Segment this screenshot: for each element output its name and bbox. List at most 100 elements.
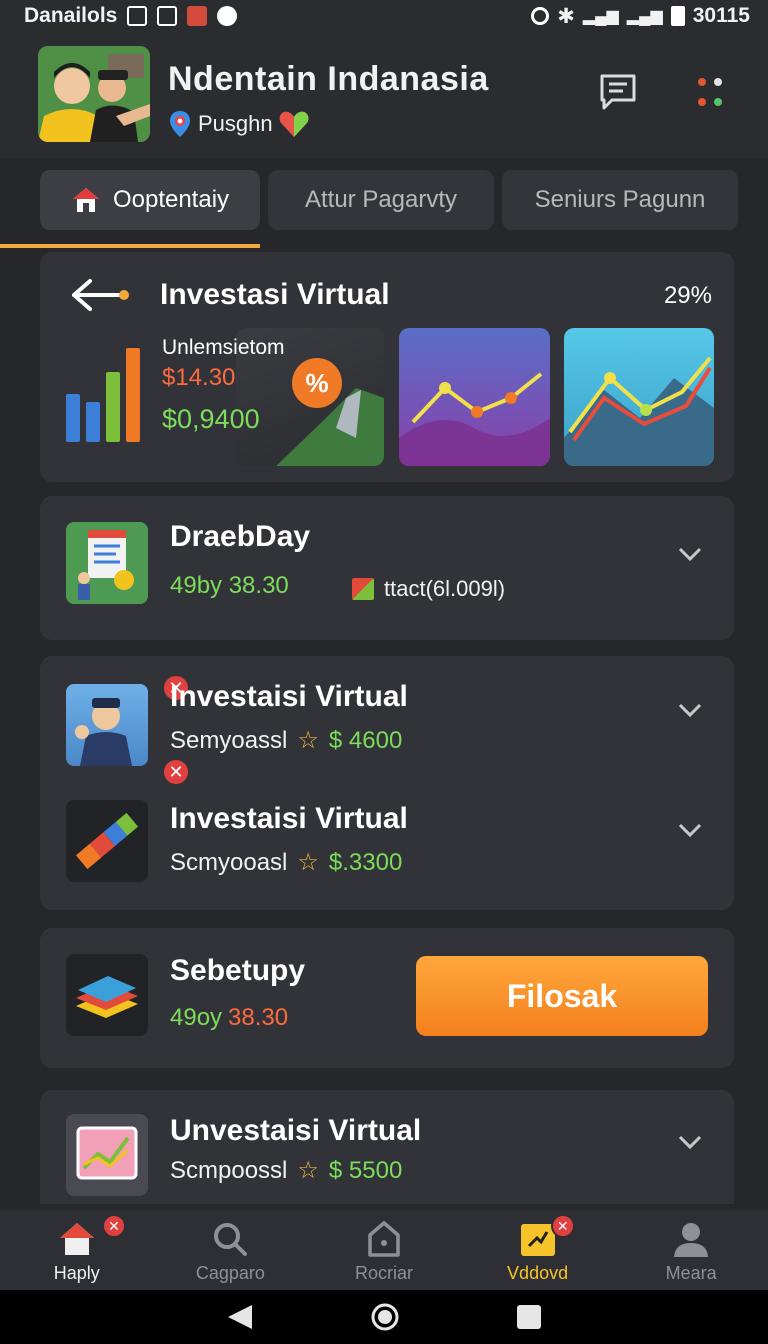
item-subtitle: Scmpoossl (170, 1156, 288, 1184)
avatar[interactable] (38, 46, 150, 142)
card-title: Investasi Virtual (160, 278, 390, 311)
arrow-left-icon (72, 279, 129, 311)
item-price: $.3300 (328, 848, 403, 876)
location-status-icon (531, 7, 550, 25)
item-title: Investaisi Virtual (170, 680, 408, 713)
list-item[interactable]: ✕ Investaisi Virtual Semyoassl ☆ $ 4600 (40, 656, 734, 776)
signal-icon-2: ▂▄▆ (626, 8, 663, 25)
chat-button[interactable] (598, 72, 638, 112)
item-subrow: Semyoassl ☆ $ 4600 (170, 726, 402, 755)
nav-label: Haply (53, 1263, 100, 1283)
status-text: Danailols (24, 4, 118, 27)
status-bar: Danailols ✱ ▂▄▆ ▂▄▆ 30115 (0, 0, 768, 32)
app-header: Ndentain Indanasia Pusghn (0, 32, 768, 158)
bottom-navigation: ✕ Haply Cagparo Rocriar ✕ Vddovd Meara (0, 1210, 768, 1290)
item-price: $ 4600 (328, 726, 403, 754)
tab-label: Ooptentaiy (112, 186, 230, 213)
star-icon: ☆ (297, 1157, 319, 1184)
summary-value-green: $0,9400 (162, 404, 260, 434)
notification-badge: ✕ (550, 1214, 575, 1238)
tab-home[interactable]: Ooptentaiy (40, 170, 260, 230)
item-subrow: Scmpoossl ☆ $ 5500 (170, 1156, 402, 1185)
planner-thumbnail (66, 522, 148, 604)
list-item[interactable]: ✕ Investaisi Virtual Scmyooasl ☆ $.3300 (40, 758, 734, 906)
remove-badge[interactable]: ✕ (162, 758, 190, 786)
chart-thumbnail (66, 1114, 148, 1196)
item-title: DraebDay (170, 520, 311, 553)
nav-label: Meara (665, 1263, 717, 1283)
star-icon: ☆ (297, 849, 319, 876)
bar-chart-icon (66, 346, 142, 442)
dots-icon (698, 78, 722, 106)
home-nav-icon[interactable] (370, 1302, 400, 1332)
books-thumbnail (66, 954, 148, 1036)
nav-profile[interactable]: Meara (614, 1210, 768, 1290)
nav-bag[interactable]: Rocriar (307, 1210, 461, 1290)
item-price: $ 5500 (328, 1156, 403, 1184)
discount-icon: % (292, 358, 342, 408)
chevron-down-icon[interactable] (678, 546, 702, 562)
nav-label: Rocriar (354, 1263, 413, 1283)
chevron-down-icon[interactable] (678, 702, 702, 718)
grid-icon (157, 6, 178, 26)
nav-home[interactable]: ✕ Haply (0, 1210, 154, 1290)
system-navigation-bar (0, 1290, 768, 1344)
message-icon (600, 74, 636, 110)
item-subtitle: Scmyooasl (170, 848, 288, 876)
search-icon (214, 1223, 248, 1256)
nav-label: Cagparo (195, 1263, 265, 1283)
summary-label: Unlemsietom (162, 336, 285, 359)
heart-icon (279, 111, 309, 137)
photo-icon (127, 6, 148, 26)
primary-action-button[interactable]: Filosak (416, 956, 708, 1036)
signal-icon: ▂▄▆ (582, 8, 619, 25)
officer-thumbnail (66, 684, 148, 766)
back-button[interactable] (68, 278, 132, 312)
item-value: 49by 38.30 (170, 572, 289, 599)
item-extra-row: ttact(6l.009l) (352, 576, 505, 602)
location-label: Pusghn (198, 111, 273, 136)
item-subrow: 49oy 38.30 (170, 1004, 288, 1032)
bag-icon (368, 1221, 400, 1257)
item-value-red: 38.30 (228, 1004, 289, 1031)
location-row[interactable]: Pusghn (168, 110, 309, 138)
percent-label: 29% (663, 282, 712, 309)
chevron-down-icon[interactable] (678, 822, 702, 838)
profile-icon (674, 1223, 709, 1257)
bluetooth-icon: ✱ (557, 4, 575, 28)
back-nav-icon[interactable] (226, 1304, 254, 1330)
star-icon: ☆ (297, 727, 319, 754)
item-title: Investaisi Virtual (170, 802, 408, 835)
item-subrow: Scmyooasl ☆ $.3300 (170, 848, 402, 877)
item-subtitle: Semyoassl (170, 726, 288, 754)
recents-nav-icon[interactable] (516, 1304, 542, 1330)
page-title: Ndentain Indanasia (168, 60, 489, 98)
more-options-button[interactable] (694, 72, 726, 112)
notification-badge: ✕ (102, 1214, 126, 1238)
nav-chart[interactable]: ✕ Vddovd (461, 1210, 615, 1290)
chart-tile-teal[interactable] (564, 328, 714, 466)
chevron-down-icon[interactable] (678, 1134, 702, 1150)
battery-icon (670, 6, 685, 26)
map-pin-icon (170, 111, 190, 137)
home-icon (59, 1223, 94, 1255)
chart-tile-purple[interactable] (399, 328, 550, 466)
item-title: Sebetupy (170, 954, 306, 987)
cube-icon (352, 578, 374, 600)
tab-label: Attur Pagarvty (304, 186, 458, 213)
tab-label: Seniurs Pagunn (534, 186, 706, 213)
nav-search[interactable]: Cagparo (154, 1210, 308, 1290)
summary-value-red: $14.30 (162, 364, 236, 391)
tab-second[interactable]: Attur Pagarvty (268, 170, 494, 230)
tab-third[interactable]: Seniurs Pagunn (502, 170, 738, 230)
item-subrow: 49by 38.30 (170, 572, 289, 600)
nav-label: Vddovd (507, 1263, 569, 1283)
image-icon (187, 6, 208, 26)
house-icon (72, 188, 99, 212)
pencil-thumbnail (66, 800, 148, 882)
item-value-green: 49oy (170, 1004, 223, 1031)
item-card-unvestaisi[interactable]: Unvestaisi Virtual Scmpoossl ☆ $ 5500 (40, 1090, 734, 1204)
item-title: Unvestaisi Virtual (170, 1114, 422, 1147)
item-card-draebday[interactable]: DraebDay 49by 38.30 ttact(6l.009l) (40, 496, 734, 640)
shield-icon (217, 6, 238, 26)
